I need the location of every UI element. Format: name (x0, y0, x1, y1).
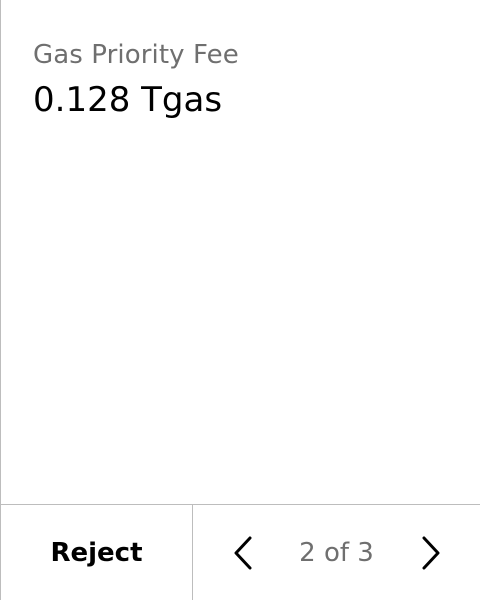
next-page-button[interactable] (411, 531, 451, 575)
action-footer: Reject 2 of 3 (1, 504, 480, 600)
field-value: 0.128 Tgas (33, 80, 223, 120)
previous-page-button[interactable] (223, 531, 263, 575)
transaction-review-screen: Gas Priority Fee 0.128 Tgas Reject 2 of … (0, 0, 480, 600)
chevron-left-icon (234, 536, 252, 570)
pager: 2 of 3 (193, 505, 480, 600)
chevron-right-icon (422, 536, 440, 570)
reject-button[interactable]: Reject (1, 505, 193, 600)
field-label: Gas Priority Fee (33, 40, 239, 70)
field-section: Gas Priority Fee 0.128 Tgas (1, 0, 480, 504)
